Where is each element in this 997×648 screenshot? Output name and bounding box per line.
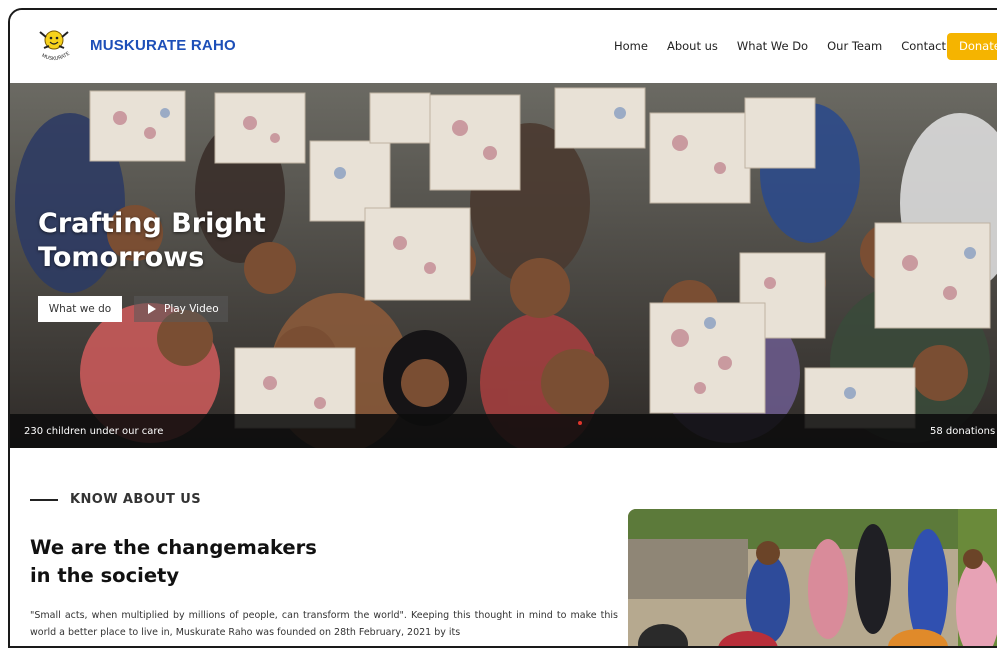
nav-about-us[interactable]: About us: [667, 39, 718, 53]
donate-button[interactable]: Donate: [947, 33, 997, 60]
about-photo: [628, 509, 997, 646]
stat-donations: 58 donations c: [930, 426, 997, 437]
what-we-do-button[interactable]: What we do: [38, 296, 122, 322]
nav-contact[interactable]: Contact: [901, 39, 946, 53]
nav-home[interactable]: Home: [614, 39, 648, 53]
play-icon: [148, 304, 156, 314]
stat-children: 230 children under our care: [24, 426, 164, 437]
nav-our-team[interactable]: Our Team: [827, 39, 882, 53]
about-heading-line1: We are the changemakers: [30, 536, 317, 559]
hero-title: Crafting Bright Tomorrows: [38, 207, 266, 275]
slider-indicator[interactable]: [578, 421, 582, 425]
play-video-label: Play Video: [164, 303, 219, 315]
about-heading: We are the changemakers in the society: [30, 534, 430, 590]
hero-stats-bar: 230 children under our care 58 donations…: [10, 414, 997, 448]
browser-frame: MUSKURATE RAHO MUSKURATE RAHO Home About…: [8, 8, 997, 648]
hero-title-line2: Tomorrows: [38, 242, 205, 273]
navbar: MUSKURATE RAHO MUSKURATE RAHO Home About…: [10, 10, 997, 83]
eyebrow-text: KNOW ABOUT US: [70, 492, 201, 507]
nav-links: Home About us What We Do Our Team Contac…: [614, 39, 965, 53]
hero-banner: Crafting Bright Tomorrows What we do Pla…: [10, 83, 997, 448]
about-photo-image: [628, 509, 997, 646]
brand-name[interactable]: MUSKURATE RAHO: [90, 37, 236, 54]
about-heading-line2: in the society: [30, 564, 180, 587]
eyebrow-divider: [30, 498, 58, 501]
hero-title-line1: Crafting Bright: [38, 208, 266, 239]
about-body: "Small acts, when multiplied by millions…: [30, 610, 618, 638]
about-eyebrow: KNOW ABOUT US: [30, 492, 201, 507]
logo-icon[interactable]: MUSKURATE RAHO: [30, 24, 78, 68]
nav-what-we-do[interactable]: What We Do: [737, 39, 808, 53]
play-video-button[interactable]: Play Video: [134, 296, 228, 322]
